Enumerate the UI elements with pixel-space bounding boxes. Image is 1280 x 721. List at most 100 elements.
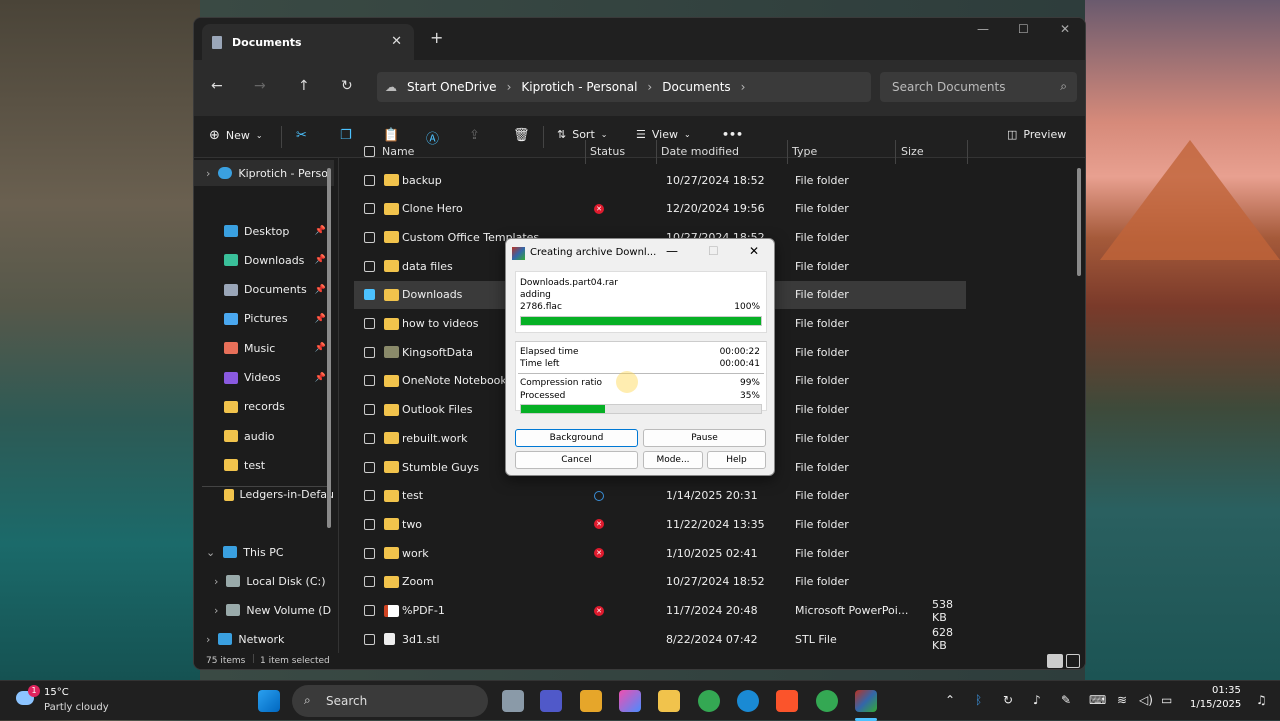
start-icon[interactable] bbox=[258, 690, 280, 712]
sidebar-item-audio[interactable]: audio bbox=[194, 423, 334, 449]
pin-icon[interactable]: 📌 bbox=[315, 373, 326, 383]
teams-icon[interactable] bbox=[540, 690, 562, 712]
maximize-icon[interactable]: ☐ bbox=[1018, 22, 1029, 36]
table-row[interactable]: two 11/22/2024 13:35 File folder ✕ bbox=[354, 510, 966, 538]
breadcrumb-item[interactable]: Start OneDrive bbox=[407, 80, 497, 94]
column-divider[interactable] bbox=[585, 140, 586, 164]
pause-button[interactable]: Pause bbox=[643, 429, 766, 447]
chrome-icon[interactable] bbox=[698, 690, 720, 712]
sidebar-item-test[interactable]: test bbox=[194, 452, 334, 478]
store-icon[interactable] bbox=[580, 690, 602, 712]
up-arrow-icon[interactable]: ↑ bbox=[298, 78, 310, 94]
edge-icon[interactable] bbox=[737, 690, 759, 712]
row-checkbox[interactable] bbox=[364, 260, 375, 272]
new-tab-button[interactable]: + bbox=[430, 28, 443, 47]
column-divider[interactable] bbox=[895, 140, 896, 164]
row-checkbox[interactable] bbox=[364, 432, 375, 444]
sync-icon[interactable]: ↻ bbox=[1003, 693, 1013, 707]
row-checkbox[interactable] bbox=[364, 375, 375, 387]
column-header-type[interactable]: Type bbox=[792, 145, 817, 158]
mode-button[interactable]: Mode... bbox=[643, 451, 703, 469]
row-checkbox[interactable] bbox=[364, 346, 375, 358]
table-row[interactable]: test 1/14/2025 20:31 File folder bbox=[354, 482, 966, 510]
row-checkbox[interactable] bbox=[364, 318, 375, 329]
row-checkbox[interactable] bbox=[364, 633, 375, 645]
sidebar-item-pictures[interactable]: Pictures 📌 bbox=[194, 306, 334, 332]
sidebar-item-network[interactable]: › Network bbox=[194, 626, 334, 652]
cancel-button[interactable]: Cancel bbox=[515, 451, 638, 469]
column-divider[interactable] bbox=[656, 140, 657, 164]
search-input[interactable]: Search Documents ⌕ bbox=[880, 72, 1077, 102]
maximize-icon[interactable]: ☐ bbox=[708, 244, 719, 258]
column-header-size[interactable]: Size bbox=[901, 145, 924, 158]
sidebar-item-new-volume[interactable]: › New Volume (D bbox=[194, 597, 334, 623]
column-header-status[interactable]: Status bbox=[590, 145, 625, 158]
sidebar-item-downloads[interactable]: Downloads 📌 bbox=[194, 247, 334, 273]
forward-arrow-icon[interactable]: → bbox=[254, 78, 266, 94]
background-button[interactable]: Background bbox=[515, 429, 638, 447]
volume-icon[interactable]: ◁) bbox=[1139, 693, 1153, 707]
row-checkbox[interactable] bbox=[364, 461, 375, 473]
column-header-date[interactable]: Date modified bbox=[661, 145, 739, 158]
sidebar-scrollbar[interactable] bbox=[327, 168, 331, 528]
help-button[interactable]: Help bbox=[707, 451, 766, 469]
close-window-icon[interactable]: ✕ bbox=[1060, 22, 1070, 36]
details-view-icon[interactable] bbox=[1047, 654, 1063, 668]
sidebar-item-desktop[interactable]: Desktop 📌 bbox=[194, 218, 334, 244]
minimize-icon[interactable]: — bbox=[977, 22, 989, 36]
clock-date[interactable]: 1/15/2025 bbox=[1190, 699, 1241, 710]
new-button[interactable]: ⊕ New ⌄ bbox=[209, 128, 263, 143]
sidebar-item-records[interactable]: records bbox=[194, 394, 334, 420]
row-checkbox[interactable] bbox=[364, 490, 375, 502]
brave-icon[interactable] bbox=[776, 690, 798, 712]
tab-documents[interactable]: Documents ✕ bbox=[202, 24, 414, 60]
chevron-right-icon[interactable]: › bbox=[741, 80, 746, 94]
row-checkbox[interactable] bbox=[364, 576, 375, 588]
table-row[interactable]: Zoom 10/27/2024 18:52 File folder bbox=[354, 568, 966, 596]
bluetooth-icon[interactable]: ᛒ bbox=[975, 693, 982, 707]
row-checkbox[interactable] bbox=[364, 605, 375, 616]
file-list-scrollbar[interactable] bbox=[1077, 168, 1081, 276]
file-explorer-icon[interactable] bbox=[658, 690, 680, 712]
sidebar-item-onedrive[interactable]: › Kiprotich - Perso bbox=[194, 160, 334, 186]
notification-bell-icon[interactable]: ♫ bbox=[1256, 693, 1267, 707]
column-divider[interactable] bbox=[967, 140, 968, 164]
column-header-name[interactable]: Name bbox=[382, 145, 414, 158]
task-view-icon[interactable] bbox=[502, 690, 524, 712]
minimize-icon[interactable]: — bbox=[666, 244, 678, 258]
winrar-taskbar-icon[interactable] bbox=[855, 690, 877, 712]
battery-icon[interactable]: ▭ bbox=[1161, 693, 1172, 707]
row-checkbox[interactable] bbox=[364, 547, 375, 559]
keyboard-icon[interactable]: ⌨ bbox=[1089, 693, 1106, 707]
close-dialog-icon[interactable]: ✕ bbox=[749, 244, 759, 258]
wifi-icon[interactable]: ≋ bbox=[1117, 693, 1127, 707]
select-all-checkbox[interactable] bbox=[364, 146, 375, 157]
taskbar-search[interactable]: ⌕ Search bbox=[292, 685, 488, 717]
back-arrow-icon[interactable]: ← bbox=[211, 78, 223, 94]
sidebar-item-local-disk[interactable]: › Local Disk (C:) bbox=[194, 568, 334, 594]
refresh-icon[interactable]: ↻ bbox=[341, 78, 353, 94]
close-tab-icon[interactable]: ✕ bbox=[391, 34, 402, 49]
table-row[interactable]: backup 10/27/2024 18:52 File folder bbox=[354, 166, 966, 194]
chrome-profile-icon[interactable] bbox=[816, 690, 838, 712]
table-row[interactable]: %PDF-1 11/7/2024 20:48 Microsoft PowerPoi.… bbox=[354, 597, 966, 625]
weather-widget[interactable]: 1 15°C Partly cloudy bbox=[14, 685, 114, 717]
clock-time[interactable]: 01:35 bbox=[1212, 685, 1241, 696]
pin-icon[interactable]: 📌 bbox=[315, 226, 326, 236]
row-checkbox[interactable] bbox=[364, 518, 375, 530]
copilot-icon[interactable] bbox=[619, 690, 641, 712]
chevron-up-icon[interactable]: ⌃ bbox=[945, 693, 955, 707]
sidebar-item-videos[interactable]: Videos 📌 bbox=[194, 365, 334, 391]
row-checkbox[interactable] bbox=[364, 231, 375, 243]
pin-icon[interactable]: 📌 bbox=[315, 314, 326, 324]
pin-icon[interactable]: 📌 bbox=[315, 285, 326, 295]
pin-icon[interactable]: 📌 bbox=[315, 255, 326, 265]
row-checkbox[interactable] bbox=[364, 174, 375, 186]
breadcrumb[interactable]: ☁ Start OneDrive › Kiprotich - Personal … bbox=[377, 72, 871, 102]
row-checkbox[interactable] bbox=[364, 404, 375, 416]
cut-icon[interactable]: ✂ bbox=[296, 128, 307, 143]
microphone-icon[interactable]: ♪ bbox=[1033, 693, 1041, 707]
pen-icon[interactable]: ✎ bbox=[1061, 693, 1071, 707]
table-row[interactable]: 3d1.stl 8/22/2024 07:42 STL File 628 KB bbox=[354, 625, 966, 653]
breadcrumb-item[interactable]: Kiprotich - Personal bbox=[521, 80, 637, 94]
